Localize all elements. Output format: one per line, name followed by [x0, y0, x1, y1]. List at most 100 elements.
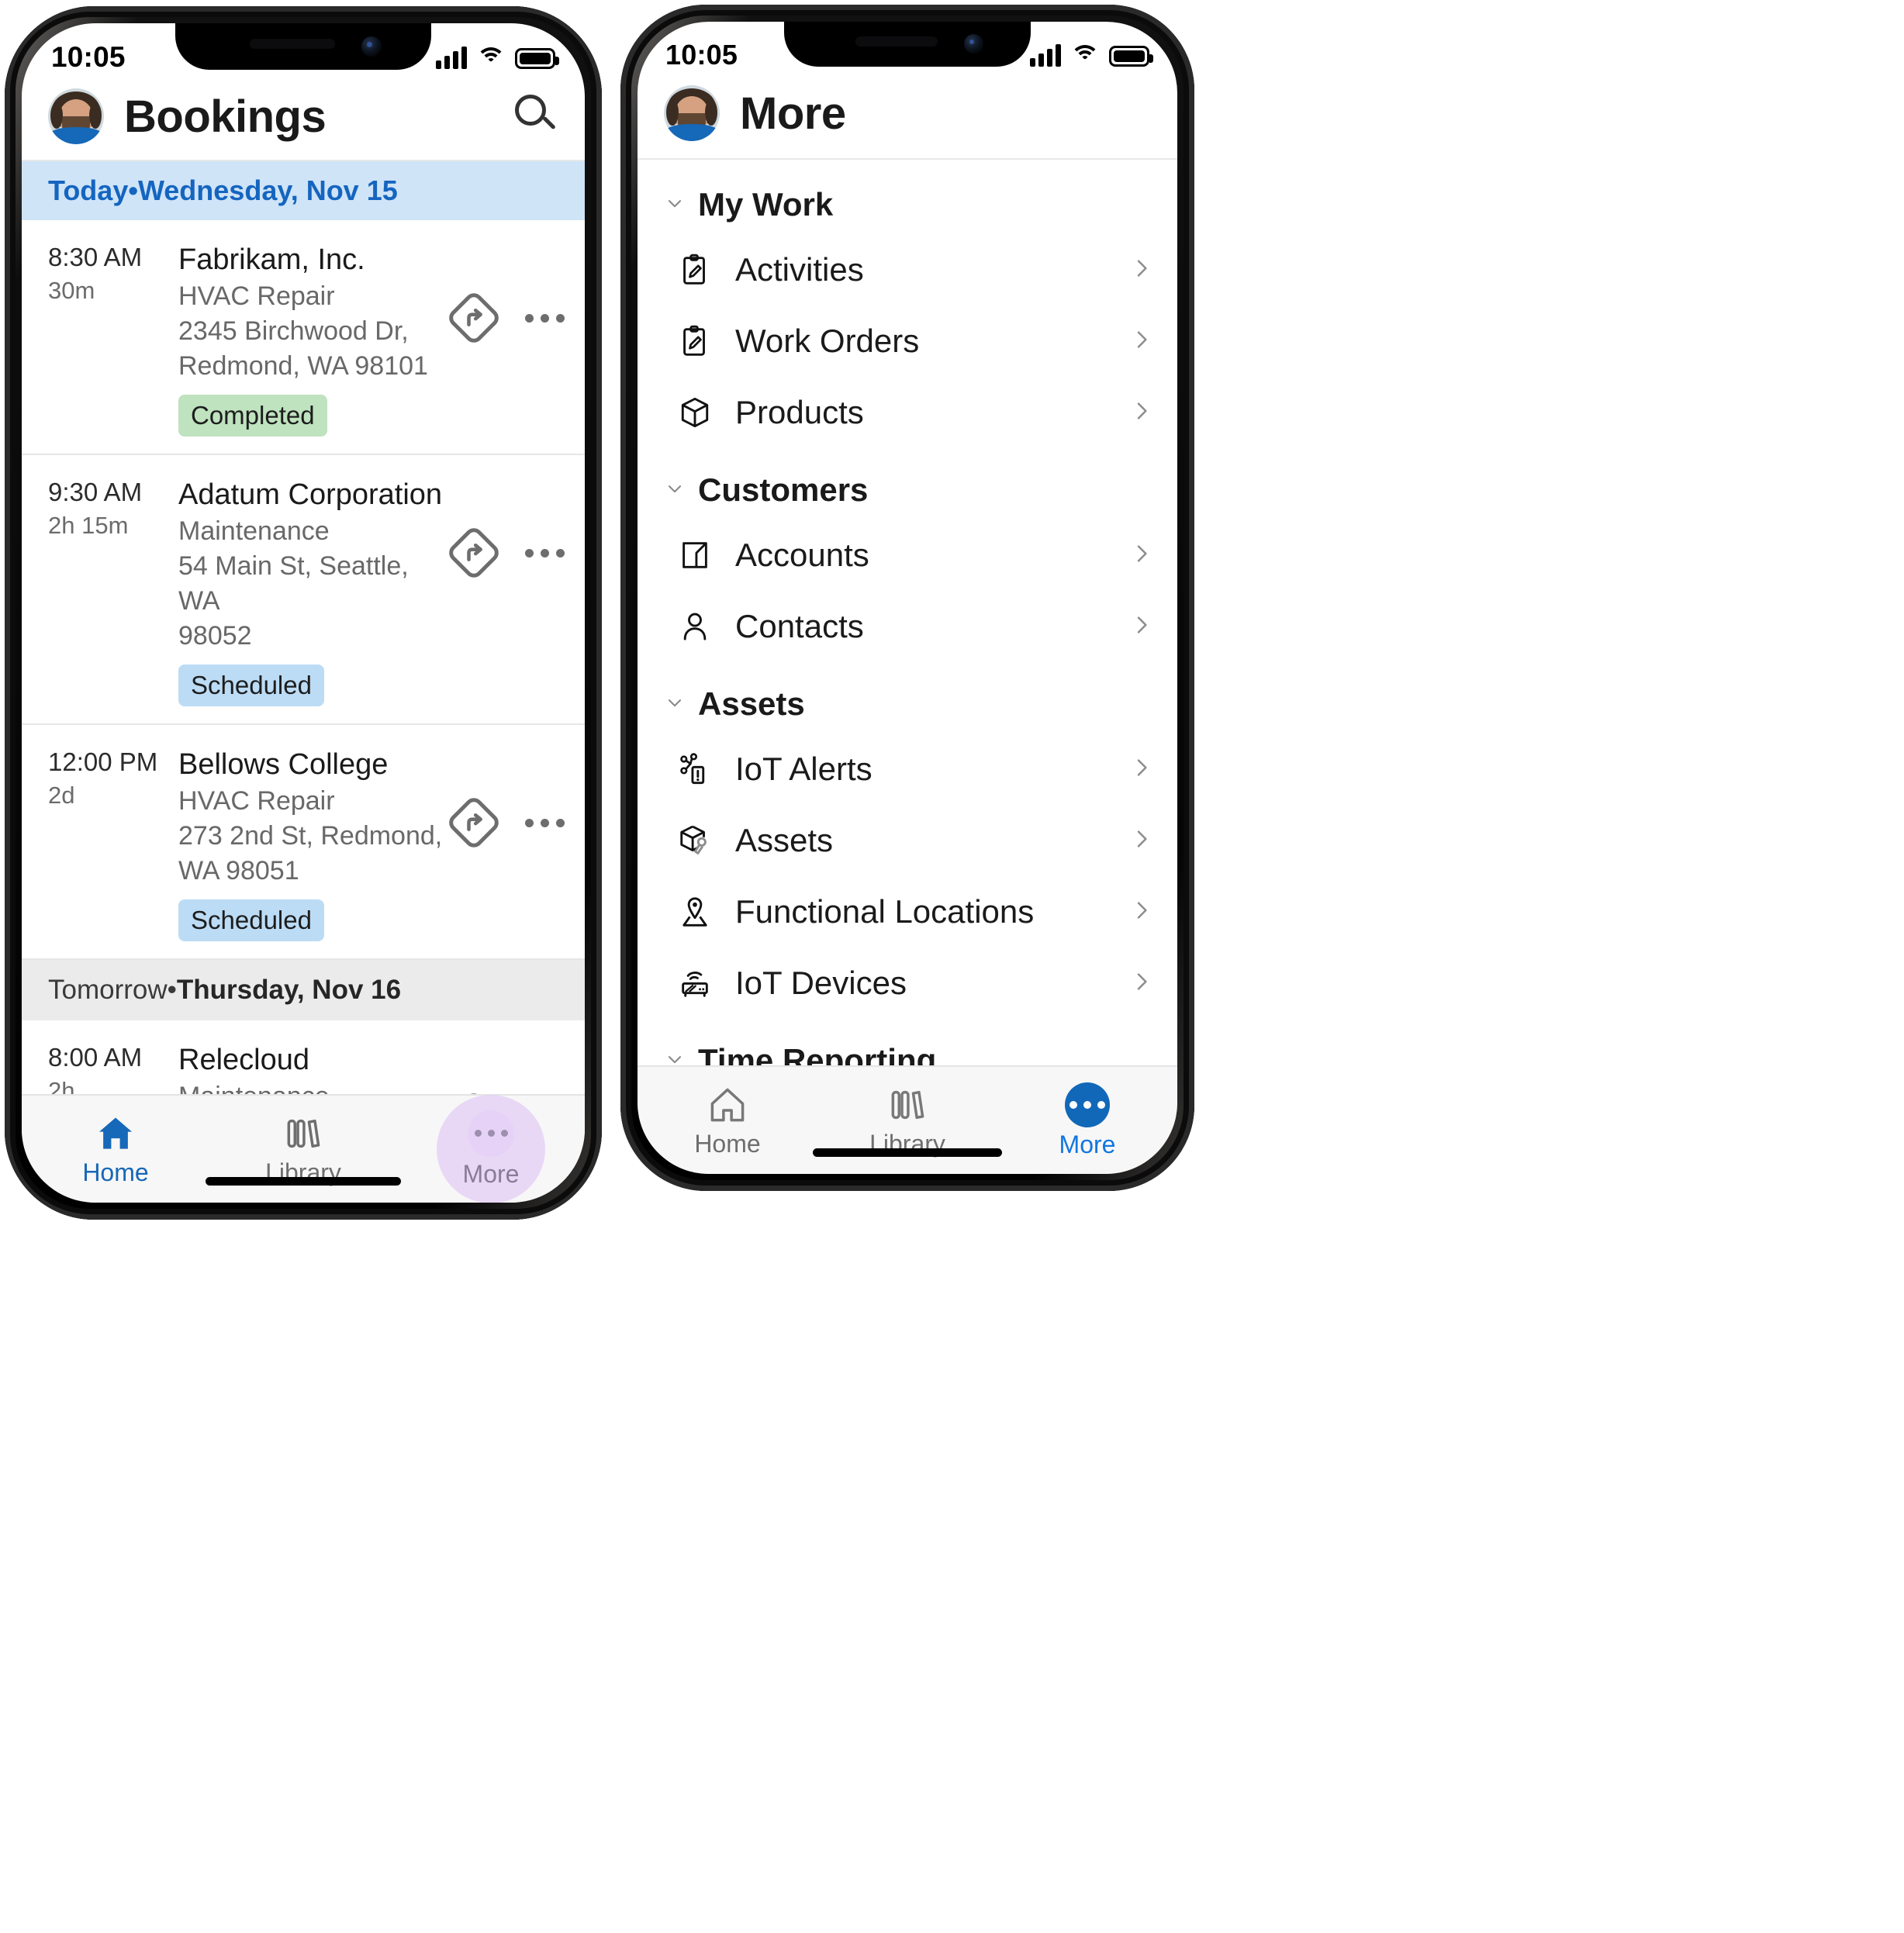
section-title: Customers: [698, 471, 869, 508]
booking-actions: [445, 240, 565, 347]
menu-section-header[interactable]: Customers: [638, 448, 1177, 519]
menu-item-iot-alerts[interactable]: IoT Alerts: [638, 734, 1177, 805]
booking-duration: 2h 15m: [48, 512, 129, 539]
home-icon: [92, 1112, 140, 1155]
chevron-right-icon: [1129, 541, 1154, 570]
books-icon: [279, 1112, 327, 1155]
chevron-right-icon: [1129, 898, 1154, 927]
home-indicator: [206, 1177, 401, 1186]
booking-duration: 30m: [48, 277, 95, 304]
more-circle-icon: [1065, 1082, 1110, 1127]
person-icon: [672, 603, 718, 650]
directions-diamond-icon[interactable]: [445, 289, 503, 347]
books-icon: [883, 1083, 931, 1127]
menu-item-iot-devices[interactable]: IoT Devices: [638, 948, 1177, 1019]
booking-address-line1: 54 Main St, Seattle, WA: [178, 551, 409, 616]
page-title: Bookings: [124, 91, 327, 142]
more-horizontal-icon[interactable]: [525, 548, 565, 557]
tab-library[interactable]: Library: [209, 1096, 397, 1203]
more-horizontal-icon[interactable]: [525, 818, 565, 827]
booking-time-block: 9:30 AM 2h 15m: [48, 475, 178, 542]
battery-full-icon: [515, 48, 559, 69]
clipboard-pen-icon: [672, 247, 718, 293]
status-time: 10:05: [51, 41, 126, 73]
section-title: My Work: [698, 186, 834, 223]
directions-diamond-icon[interactable]: [445, 794, 503, 851]
volume-down-button[interactable]: [620, 315, 624, 374]
menu-item-label: Products: [735, 394, 864, 430]
booking-address-line2: Redmond, WA 98101: [178, 351, 428, 381]
menu-section-header[interactable]: Assets: [638, 662, 1177, 734]
booking-details: Fabrikam, Inc. HVAC Repair 2345 Birchwoo…: [178, 240, 454, 437]
tab-bar: Home Library More: [22, 1094, 585, 1203]
booking-time: 8:30 AM: [48, 243, 143, 271]
chevron-right-icon: [1129, 827, 1154, 855]
day-group-header-today: Today • Wednesday, Nov 15: [22, 161, 585, 220]
box-wrench-icon: [672, 817, 718, 864]
location-pin-icon: [672, 889, 718, 935]
booking-row[interactable]: 12:00 PM 2d Bellows College HVAC Repair …: [22, 725, 585, 960]
phone-screen-bookings: 10:05 Bookings Today • Wednesday, Nov 15…: [22, 23, 585, 1203]
booking-time: 12:00 PM: [48, 747, 158, 776]
day-group-separator: •: [128, 174, 138, 206]
home-indicator: [813, 1148, 1002, 1157]
tab-library[interactable]: Library: [817, 1067, 997, 1174]
menu-section-header[interactable]: My Work: [638, 160, 1177, 234]
booking-account: Bellows College: [178, 748, 389, 781]
wifi-icon: [476, 46, 506, 69]
day-group-separator: •: [167, 975, 177, 1005]
phone-left-bookings: 10:05 Bookings Today • Wednesday, Nov 15…: [5, 6, 602, 1220]
volume-down-button[interactable]: [5, 316, 8, 375]
menu-item-assets[interactable]: Assets: [638, 805, 1177, 876]
day-group-relative: Tomorrow: [48, 975, 168, 1005]
tab-bar: Home Library More: [638, 1065, 1177, 1174]
tab-more[interactable]: More: [997, 1067, 1177, 1174]
menu-item-label: Work Orders: [735, 323, 920, 359]
chevron-right-icon: [1129, 613, 1154, 641]
chevron-down-icon: [664, 478, 686, 503]
booking-time: 9:30 AM: [48, 478, 143, 506]
search-icon[interactable]: [515, 95, 558, 138]
booking-row[interactable]: 9:30 AM 2h 15m Adatum Corporation Mainte…: [22, 455, 585, 725]
menu-item-label: IoT Alerts: [735, 751, 873, 787]
status-bar: 10:05: [638, 22, 1177, 73]
power-button[interactable]: [599, 285, 602, 378]
tab-label: More: [462, 1159, 520, 1188]
volume-up-button[interactable]: [5, 239, 8, 298]
chevron-right-icon: [1129, 755, 1154, 784]
booking-work-type: Maintenance: [178, 516, 330, 546]
more-circle-icon: [468, 1110, 514, 1157]
menu-item-work-orders[interactable]: Work Orders: [638, 305, 1177, 377]
menu-item-products[interactable]: Products: [638, 377, 1177, 448]
phone-screen-more: 10:05 More My Work Activities Work Order…: [638, 22, 1177, 1174]
menu-item-label: Contacts: [735, 608, 864, 644]
app-header: More: [638, 73, 1177, 158]
more-horizontal-icon[interactable]: [525, 313, 565, 323]
directions-diamond-icon[interactable]: [445, 524, 503, 582]
booking-address-line1: 273 2nd St, Redmond,: [178, 821, 443, 851]
day-group-date: Wednesday, Nov 15: [137, 174, 398, 206]
booking-work-type: HVAC Repair: [178, 786, 335, 816]
app-header: Bookings: [22, 76, 585, 160]
status-bar: 10:05: [22, 23, 585, 76]
tab-home[interactable]: Home: [638, 1067, 817, 1174]
tab-home[interactable]: Home: [22, 1096, 209, 1203]
booking-details: Bellows College HVAC Repair 273 2nd St, …: [178, 745, 454, 941]
menu-item-contacts[interactable]: Contacts: [638, 591, 1177, 662]
home-icon: [703, 1083, 752, 1127]
tab-more[interactable]: More: [397, 1095, 585, 1203]
power-button[interactable]: [1191, 284, 1194, 377]
chevron-down-icon: [664, 692, 686, 717]
menu-item-accounts[interactable]: Accounts: [638, 519, 1177, 591]
clipboard-pen-icon: [672, 318, 718, 364]
menu-item-activities[interactable]: Activities: [638, 234, 1177, 305]
volume-up-button[interactable]: [620, 237, 624, 296]
avatar[interactable]: [48, 88, 104, 144]
menu-item-functional-locations[interactable]: Functional Locations: [638, 876, 1177, 948]
booking-row[interactable]: 8:30 AM 30m Fabrikam, Inc. HVAC Repair 2…: [22, 220, 585, 455]
avatar[interactable]: [664, 85, 720, 141]
box-icon: [672, 389, 718, 436]
day-group-date: Thursday, Nov 16: [176, 975, 402, 1005]
menu-item-label: Assets: [735, 822, 834, 858]
status-badge: Scheduled: [178, 664, 324, 706]
